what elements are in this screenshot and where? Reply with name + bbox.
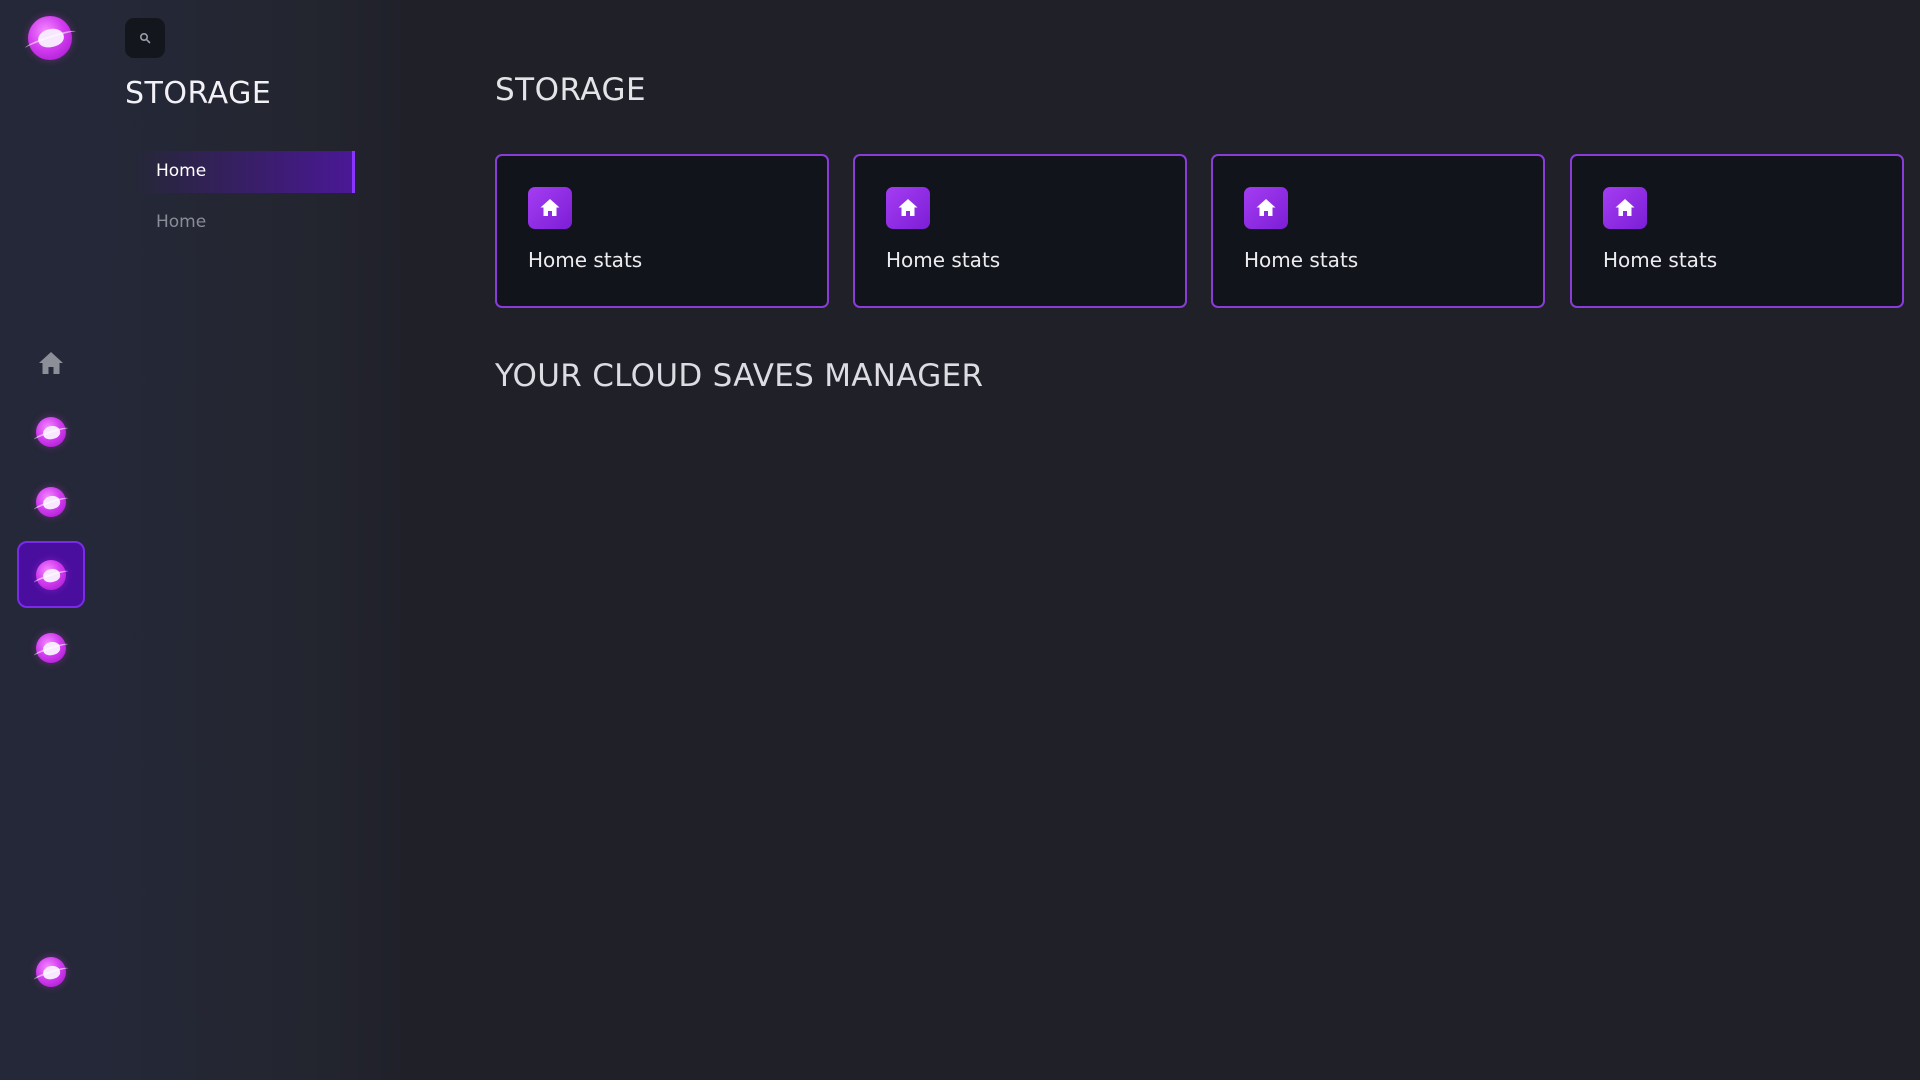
rail-home-icon[interactable] — [38, 351, 64, 375]
home-icon — [528, 187, 572, 229]
rail-planet-icon-5[interactable] — [36, 957, 66, 987]
rail-planet-icon-2[interactable] — [36, 487, 66, 517]
stats-card-1[interactable]: Home stats — [495, 154, 829, 308]
page-title: STORAGE — [495, 72, 647, 108]
panel-title: STORAGE — [125, 76, 272, 111]
home-icon — [1603, 187, 1647, 229]
search-icon — [139, 32, 151, 44]
card-label: Home stats — [528, 248, 643, 272]
icon-rail — [0, 0, 100, 1080]
section-title: YOUR CLOUD SAVES MANAGER — [495, 358, 984, 394]
stats-card-2[interactable]: Home stats — [853, 154, 1187, 308]
rail-planet-icon-3[interactable] — [36, 560, 66, 590]
stats-card-3[interactable]: Home stats — [1211, 154, 1545, 308]
card-label: Home stats — [1603, 248, 1718, 272]
nav-item-home-active[interactable]: Home — [156, 161, 206, 181]
nav-item-home[interactable]: Home — [156, 212, 206, 232]
home-icon — [886, 187, 930, 229]
home-icon — [1244, 187, 1288, 229]
rail-planet-icon-1[interactable] — [36, 417, 66, 447]
rail-planet-icon-4[interactable] — [36, 633, 66, 663]
card-label: Home stats — [1244, 248, 1359, 272]
stats-card-4[interactable]: Home stats — [1570, 154, 1904, 308]
search-button[interactable] — [125, 18, 165, 58]
app-logo-planet-icon[interactable] — [28, 16, 72, 60]
card-label: Home stats — [886, 248, 1001, 272]
